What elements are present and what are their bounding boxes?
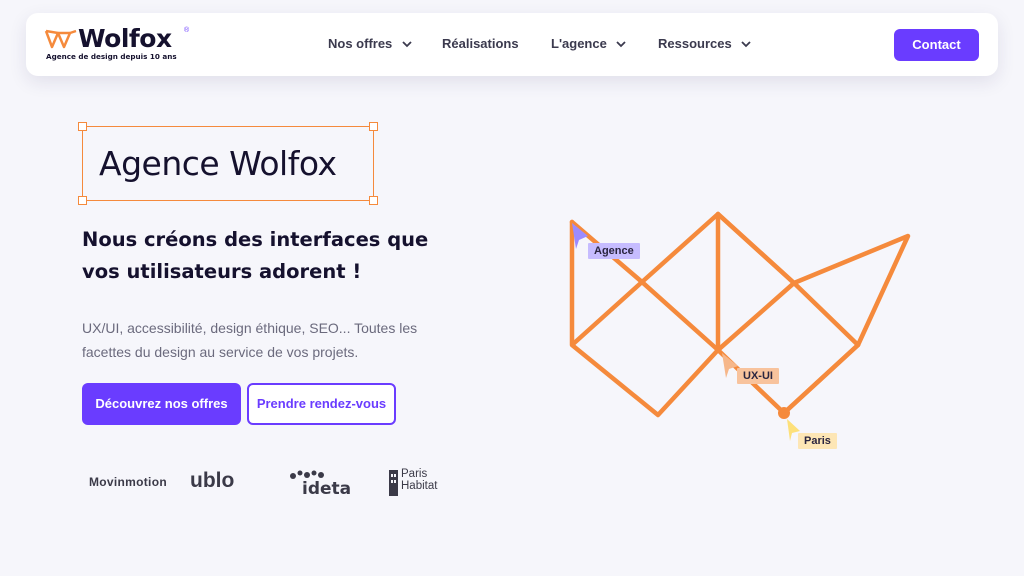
paris-habitat-icon	[389, 470, 398, 496]
nav-item-label: Nos offres	[328, 36, 393, 51]
contact-button[interactable]: Contact	[894, 29, 979, 61]
paris-habitat-text: Paris Habitat	[401, 468, 437, 492]
selection-handle	[369, 196, 378, 205]
ideta-logo: ideta	[288, 470, 354, 501]
nav-item-agence[interactable]: L'agence	[551, 36, 627, 51]
top-navigation-bar: Wolfox ® Agence de design depuis 10 ans …	[26, 13, 998, 76]
ublo-logo-text: ublo	[190, 469, 235, 492]
ideta-logo-icon: ideta	[290, 470, 351, 499]
discover-offers-button[interactable]: Découvrez nos offres	[82, 383, 241, 425]
selection-handle	[78, 196, 87, 205]
paris-habitat-line-1: Paris	[401, 468, 428, 480]
chevron-down-icon	[402, 41, 412, 48]
wolfox-logo-icon	[44, 29, 77, 49]
ublo-logo: ublo	[190, 469, 234, 493]
wolf-geometric-illustration	[569, 211, 911, 441]
logo-tagline: Agence de design depuis 10 ans	[46, 52, 177, 61]
cursor-icon	[722, 353, 738, 378]
paris-habitat-logo: Paris Habitat	[388, 468, 437, 501]
title-selection-frame: Agence Wolfox	[78, 122, 378, 205]
page-title: Agence Wolfox	[99, 144, 337, 183]
cursor-tag-agence: Agence	[588, 243, 640, 259]
nav-item-label: Ressources	[658, 36, 732, 51]
nav-item-realisations[interactable]: Réalisations	[442, 36, 519, 51]
path-node	[778, 407, 790, 419]
registered-mark: ®	[184, 27, 190, 34]
hero-subtitle: Nous créons des interfaces que vos utili…	[82, 228, 429, 283]
hero-description: UX/UI, accessibilité, design éthique, SE…	[82, 320, 418, 360]
nav-item-nos-offres[interactable]: Nos offres	[328, 36, 412, 51]
wolfox-logo[interactable]: Wolfox ® Agence de design depuis 10 ans	[44, 24, 189, 63]
selection-handle	[369, 122, 378, 131]
logo-wordmark: Wolfox	[78, 24, 172, 53]
cursor-tag-ux-ui: UX-UI	[737, 368, 779, 384]
nav-item-ressources[interactable]: Ressources	[658, 36, 751, 51]
cursor-tag-paris: Paris	[798, 433, 837, 449]
nav-item-label: L'agence	[551, 36, 607, 51]
selection-handle	[78, 122, 87, 131]
chevron-down-icon	[741, 41, 751, 48]
paris-habitat-line-2: Habitat	[401, 480, 438, 492]
ideta-logo-text: ideta	[302, 479, 351, 496]
book-appointment-button[interactable]: Prendre rendez-vous	[247, 383, 396, 425]
movinmotion-logo: Movinmotion	[89, 475, 167, 489]
chevron-down-icon	[616, 41, 627, 48]
nav-item-label: Réalisations	[442, 36, 519, 51]
